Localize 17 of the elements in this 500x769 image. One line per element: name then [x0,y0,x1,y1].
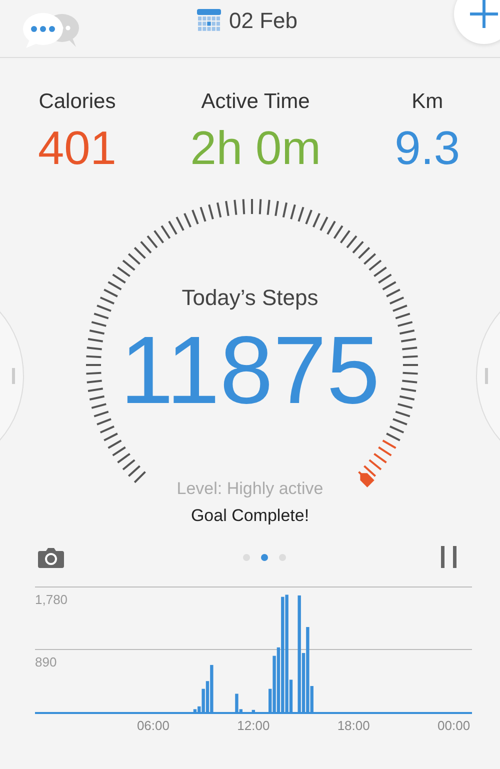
axis-label: 890 [35,654,57,670]
stat-label: Calories [38,90,116,114]
axis-label: 00:00 [438,718,470,733]
activity-level: Level: Highly active [176,479,324,499]
steps-count: 11875 [120,323,380,419]
axis-label: 06:00 [136,718,170,733]
goal-status: Goal Complete! [190,506,310,526]
axis-label: 12:00 [237,718,270,733]
axis-label: 18:00 [337,718,370,733]
stat-value: 2h 0m [190,120,321,175]
stat-label: Km [412,90,444,114]
stat-value: 9.3 [394,120,460,175]
stat-label: Active Time [201,90,310,114]
stat-value: 401 [38,120,116,175]
steps-title: Today’s Steps [182,285,318,311]
axis-label: 1,780 [35,592,68,607]
date-label[interactable]: 02 Feb [229,8,298,34]
